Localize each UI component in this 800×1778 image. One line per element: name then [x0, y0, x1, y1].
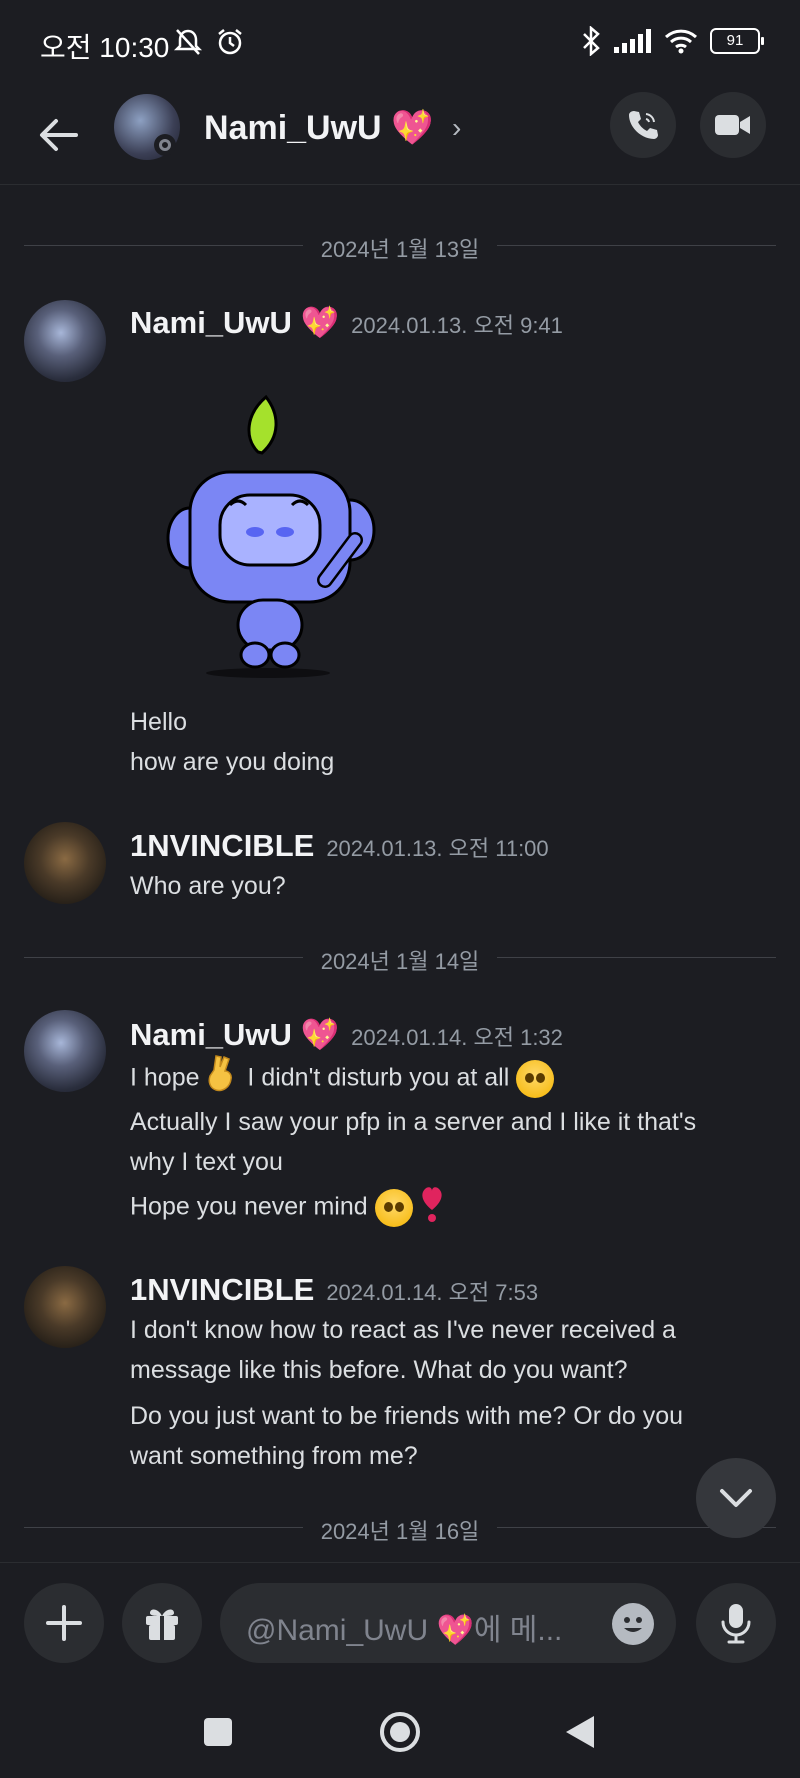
date-divider: 2024년 1월 13일 — [24, 230, 776, 262]
crossed-fingers-icon — [206, 1054, 240, 1104]
message-text: Hope you never mind — [130, 1182, 444, 1234]
recent-apps-icon[interactable] — [202, 1716, 234, 1748]
message-input-placeholder: @Nami_UwU 💖에 메... — [246, 1614, 563, 1647]
status-bar: 오전 10:30 91 — [0, 0, 800, 88]
pleading-face-icon — [374, 1189, 413, 1227]
avatar[interactable] — [24, 822, 106, 904]
date-divider: 2024년 1월 14일 — [24, 942, 776, 974]
system-nav-bar — [0, 1686, 800, 1778]
message-author[interactable]: 1NVINCIBLE 2024.01.14. 오전 7:53 — [130, 1272, 538, 1308]
alarm-icon — [218, 29, 242, 55]
offline-status-icon — [154, 134, 176, 156]
wumpus-sticker[interactable] — [160, 380, 400, 680]
message-author[interactable]: Nami_UwU 💖 2024.01.14. 오전 1:32 — [130, 1016, 563, 1053]
gift-icon — [146, 1609, 178, 1640]
bluetooth-icon — [583, 26, 600, 56]
avatar[interactable] — [24, 1266, 106, 1348]
message-text: Hello — [130, 708, 187, 736]
message-input[interactable]: @Nami_UwU 💖에 메... — [220, 1583, 676, 1663]
signal-icon — [614, 29, 651, 53]
battery-indicator: 91 — [710, 28, 764, 54]
message-text: want something from me? — [130, 1442, 418, 1470]
back-nav-icon[interactable] — [564, 1714, 596, 1750]
message-text: Who are you? — [130, 872, 286, 900]
date-divider: 2024년 1월 16일 — [24, 1512, 776, 1544]
header-username[interactable]: Nami_UwU 💖 — [204, 108, 433, 148]
mute-icon — [173, 29, 203, 55]
message-author[interactable]: 1NVINCIBLE 2024.01.13. 오전 11:00 — [130, 828, 549, 864]
phone-icon — [629, 111, 658, 139]
message-text: message like this before. What do you wa… — [130, 1356, 628, 1384]
home-icon[interactable] — [378, 1710, 422, 1754]
chevron-down-icon — [720, 1489, 752, 1507]
message-input-bar: @Nami_UwU 💖에 메... — [0, 1562, 800, 1687]
avatar[interactable] — [24, 1010, 106, 1092]
exclamation-heart-icon — [420, 1182, 444, 1234]
message-text: how are you doing — [130, 748, 335, 776]
message-timestamp: 2024.01.14. 오전 1:32 — [351, 1025, 563, 1050]
microphone-icon — [721, 1604, 751, 1644]
message-text: I don't know how to react as I've never … — [130, 1316, 676, 1344]
pleading-face-icon — [516, 1060, 555, 1098]
scroll-to-bottom-button[interactable] — [696, 1458, 776, 1538]
status-time: 오전 10:30 — [40, 32, 170, 63]
status-icons-right: 91 — [580, 26, 764, 56]
message-timestamp: 2024.01.14. 오전 7:53 — [326, 1280, 539, 1305]
avatar[interactable] — [24, 300, 106, 382]
status-icons-left — [172, 26, 246, 58]
voice-call-button[interactable] — [610, 92, 676, 158]
video-call-button[interactable] — [700, 92, 766, 158]
chevron-right-icon[interactable]: › — [452, 112, 461, 144]
gift-button[interactable] — [122, 1583, 202, 1663]
plus-icon — [46, 1605, 82, 1641]
voice-message-button[interactable] — [696, 1583, 776, 1663]
message-text: I hope I didn't disturb you at all — [130, 1054, 555, 1104]
message-text: Actually I saw your pfp in a server and … — [130, 1108, 697, 1136]
back-arrow-icon[interactable] — [34, 110, 84, 160]
message-author[interactable]: Nami_UwU 💖 2024.01.13. 오전 9:41 — [130, 304, 563, 341]
emoji-picker-icon[interactable] — [612, 1603, 654, 1645]
wifi-icon — [664, 29, 698, 54]
message-text: why I text you — [130, 1148, 283, 1176]
attach-button[interactable] — [24, 1583, 104, 1663]
message-timestamp: 2024.01.13. 오전 9:41 — [351, 313, 563, 338]
video-camera-icon — [715, 115, 750, 135]
dm-header: Nami_UwU 💖 › — [0, 88, 800, 185]
message-text: Do you just want to be friends with me? … — [130, 1402, 684, 1430]
message-timestamp: 2024.01.13. 오전 11:00 — [326, 836, 549, 861]
